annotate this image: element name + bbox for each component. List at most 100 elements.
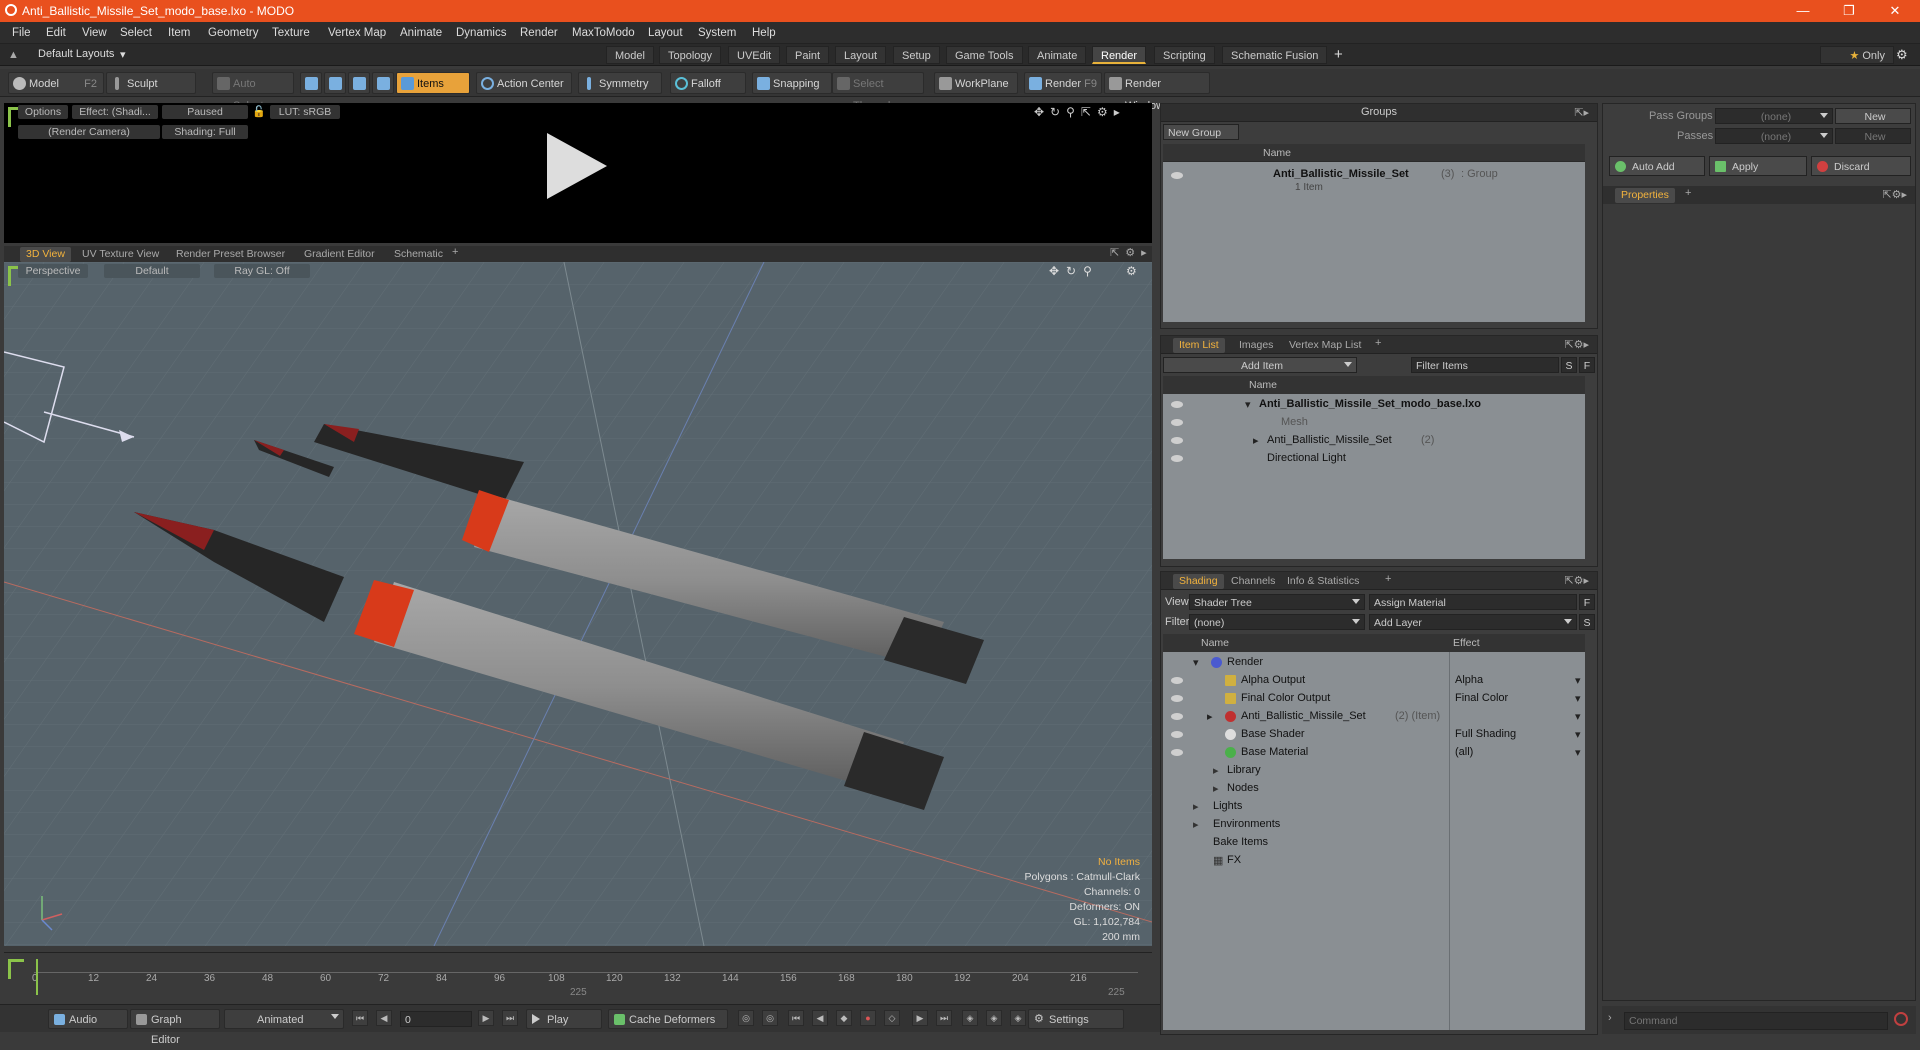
tab-schematic[interactable]: Schematic <box>388 247 449 262</box>
default-layouts-dropdown[interactable]: Default Layouts <box>38 48 114 60</box>
lut-dropdown[interactable]: LUT: sRGB <box>270 105 340 119</box>
sculpt-button[interactable]: Sculpt <box>106 72 196 94</box>
auto-select-button[interactable]: Auto Select <box>212 72 294 112</box>
play-icon[interactable] <box>547 133 607 199</box>
eye-icon[interactable] <box>1171 731 1183 738</box>
expand-arrow-icon[interactable]: ▸ <box>1207 710 1213 723</box>
table-row[interactable]: ▸ Library <box>1163 762 1585 780</box>
tab-item-list[interactable]: Item List <box>1173 338 1225 353</box>
lock-icon[interactable]: 🔓 <box>252 105 266 118</box>
tab-shading[interactable]: Shading <box>1173 574 1224 589</box>
menu-layout[interactable]: Layout <box>648 27 683 39</box>
vertices-mode-button[interactable] <box>300 72 322 94</box>
eye-icon[interactable] <box>1171 713 1183 720</box>
viewport-style-dropdown[interactable]: Default <box>104 264 200 278</box>
menu-render[interactable]: Render <box>520 27 558 39</box>
table-row[interactable]: ▸ Nodes <box>1163 780 1585 798</box>
add-tab-icon[interactable]: + <box>1375 337 1381 349</box>
expand-icon[interactable]: ⇱⚙▸ <box>1564 574 1589 587</box>
add-layer-s-button[interactable]: S <box>1579 614 1595 630</box>
pass-groups-dropdown[interactable]: (none) <box>1715 108 1833 124</box>
next-key-alt-button[interactable]: ⏭ <box>936 1010 952 1026</box>
tab-vertex-map-list[interactable]: Vertex Map List <box>1283 338 1367 353</box>
key-auto-button[interactable]: ◎ <box>762 1010 778 1026</box>
menu-edit[interactable]: Edit <box>46 27 66 39</box>
expand-arrow-icon[interactable]: ▸ <box>1193 818 1199 831</box>
list-item[interactable]: Directional Light <box>1163 450 1585 468</box>
materials-mode-button[interactable] <box>372 72 394 94</box>
gear-icon[interactable]: ⚙ <box>1896 47 1908 63</box>
set-key-button[interactable]: ◆ <box>836 1010 852 1026</box>
polygons-mode-button[interactable] <box>348 72 370 94</box>
menu-file[interactable]: File <box>12 27 31 39</box>
step-back-button[interactable]: ◀ <box>376 1010 392 1026</box>
viewport-gear-icon[interactable]: ⚙ <box>1126 264 1137 278</box>
menu-animate[interactable]: Animate <box>400 27 442 39</box>
chevron-down-icon[interactable]: ▾ <box>1575 746 1581 759</box>
play-button[interactable]: Play <box>526 1009 602 1029</box>
raygl-dropdown[interactable]: Ray GL: Off <box>214 264 310 278</box>
table-row[interactable]: ▸ Lights <box>1163 798 1585 816</box>
base-shader-effect[interactable]: Full Shading <box>1455 728 1516 740</box>
render-view-controls[interactable]: ✥↻⚲⇱⚙▸ <box>1034 105 1126 119</box>
key-item-button[interactable]: ◈ <box>986 1010 1002 1026</box>
view-dropdown[interactable]: Shader Tree <box>1189 594 1365 610</box>
tab-game-tools[interactable]: Game Tools <box>946 46 1023 64</box>
chevron-down-icon[interactable]: ▾ <box>1575 710 1581 723</box>
next-key-button[interactable]: ▶ <box>912 1010 928 1026</box>
table-row[interactable]: ▸ Anti_Ballistic_Missile_Set (2) (Item) ▾ <box>1163 708 1585 726</box>
new-pass-group-button[interactable]: New <box>1835 108 1911 124</box>
base-material-effect[interactable]: (all) <box>1455 746 1473 758</box>
projection-dropdown[interactable]: Perspective <box>18 264 88 278</box>
tab-setup[interactable]: Setup <box>893 46 940 64</box>
filter-items-input[interactable]: Filter Items <box>1411 357 1559 373</box>
tab-topology[interactable]: Topology <box>659 46 722 64</box>
eye-icon[interactable] <box>1171 419 1183 426</box>
tab-paint[interactable]: Paint <box>786 46 830 64</box>
assign-material-button[interactable]: Assign Material <box>1369 594 1577 610</box>
animated-dropdown[interactable]: Animated <box>224 1009 344 1029</box>
render-preview[interactable]: Options Effect: (Shadi... Paused 🔓 LUT: … <box>4 103 1152 243</box>
settings-button[interactable]: ⚙ Settings <box>1028 1009 1124 1029</box>
eye-icon[interactable] <box>1171 695 1183 702</box>
tab-images[interactable]: Images <box>1233 338 1279 353</box>
command-input[interactable] <box>1624 1012 1888 1030</box>
menu-select[interactable]: Select <box>120 27 152 39</box>
eye-icon[interactable] <box>1171 749 1183 756</box>
table-row[interactable]: Alpha Output Alpha ▾ <box>1163 672 1585 690</box>
list-item[interactable]: ▸ Anti_Ballistic_Missile_Set (2) <box>1163 432 1585 450</box>
shading-dropdown[interactable]: Shading: Full <box>162 125 248 139</box>
expand-arrow-icon[interactable]: ▾ <box>1245 398 1251 411</box>
tab-render[interactable]: Render <box>1092 46 1147 64</box>
add-view-icon[interactable]: + <box>452 246 458 258</box>
key-toggle-button[interactable]: ◎ <box>738 1010 754 1026</box>
menu-system[interactable]: System <box>698 27 736 39</box>
restore-button[interactable]: ❐ <box>1826 0 1872 22</box>
discard-button[interactable]: Discard <box>1811 156 1911 176</box>
stop-icon[interactable] <box>1894 1012 1908 1026</box>
add-item-dropdown[interactable]: Add Item <box>1163 357 1357 373</box>
menu-geometry[interactable]: Geometry <box>208 27 259 39</box>
step-forward-button[interactable]: ▶ <box>478 1010 494 1026</box>
tab-info-statistics[interactable]: Info & Statistics <box>1281 574 1365 589</box>
playhead[interactable] <box>36 959 38 995</box>
render-window-button[interactable]: Render Window <box>1104 72 1210 112</box>
effect-dropdown[interactable]: Effect: (Shadi... <box>72 105 158 119</box>
eye-icon[interactable] <box>1171 455 1183 462</box>
prev-key-alt-button[interactable]: ◀ <box>812 1010 828 1026</box>
key-layer-button[interactable]: ◈ <box>1010 1010 1026 1026</box>
add-tab-icon[interactable]: + <box>1685 187 1691 199</box>
options-button[interactable]: Options <box>18 105 68 119</box>
only-toggle[interactable]: ★ Only <box>1820 46 1894 64</box>
camera-dropdown[interactable]: (Render Camera) <box>18 125 160 139</box>
render-button[interactable]: Render F9 <box>1024 72 1102 94</box>
tab-layout[interactable]: Layout <box>835 46 887 64</box>
eye-icon[interactable] <box>1171 401 1183 408</box>
timeline[interactable]: 0 12 24 36 48 60 72 84 96 108 120 132 14… <box>4 952 1152 1000</box>
tab-channels[interactable]: Channels <box>1225 574 1281 589</box>
tab-uv-texture-view[interactable]: UV Texture View <box>76 247 165 262</box>
list-item[interactable]: ▾ Anti_Ballistic_Missile_Set_modo_base.lx… <box>1163 396 1585 414</box>
expand-arrow-icon[interactable]: ▸ <box>1193 800 1199 813</box>
final-color-output-effect[interactable]: Final Color <box>1455 692 1508 704</box>
frame-input[interactable]: 0 <box>400 1011 472 1027</box>
